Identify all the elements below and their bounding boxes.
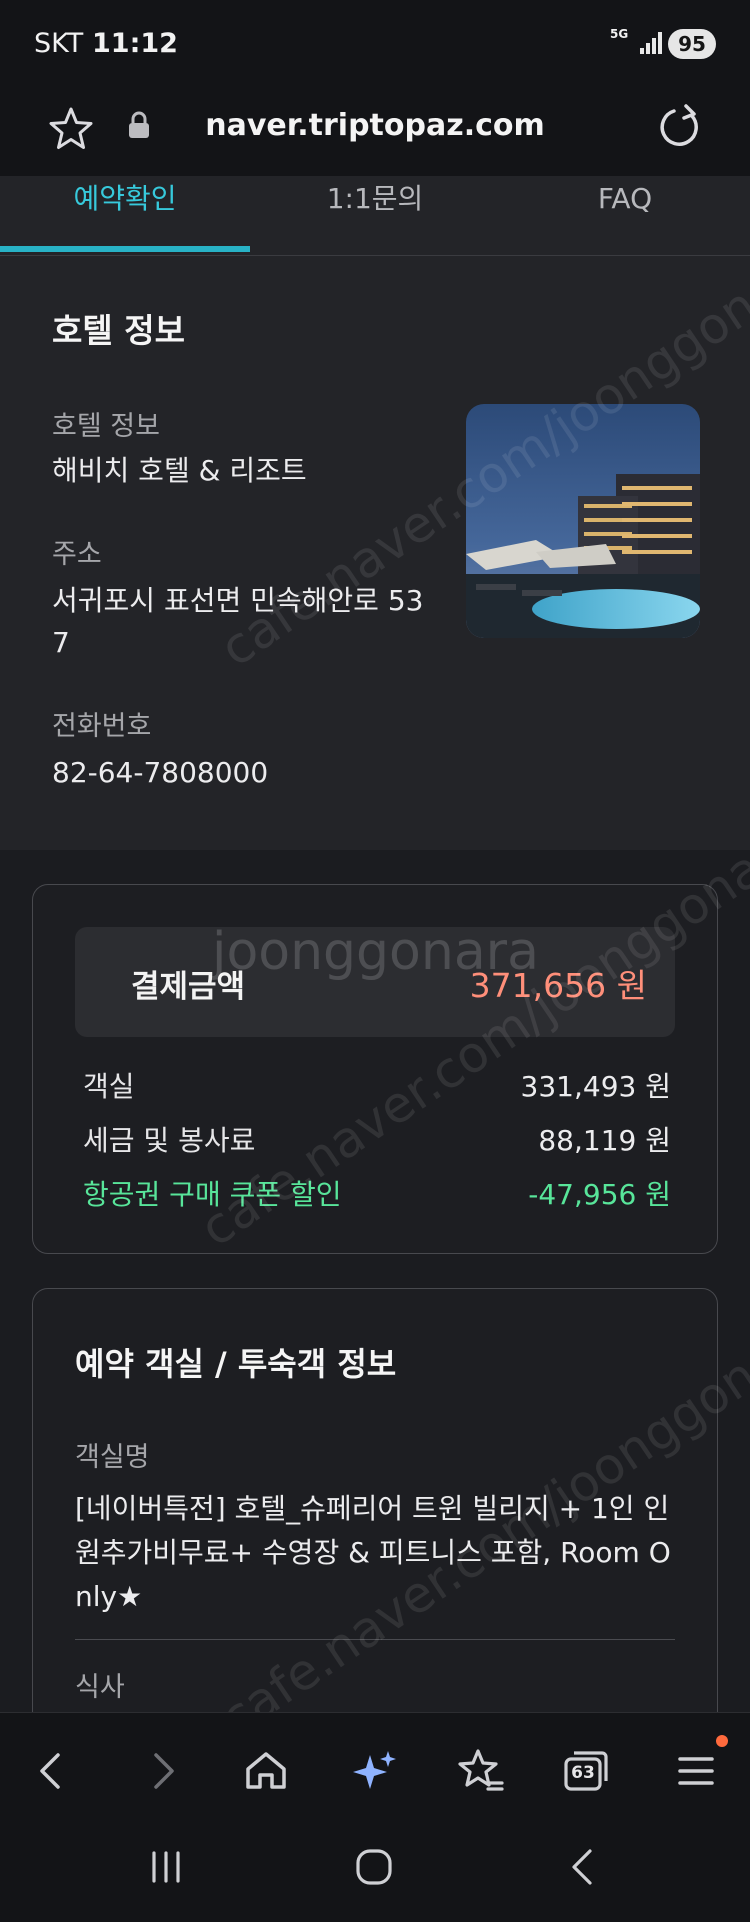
- tax-value: 88,119 원: [538, 1124, 671, 1157]
- tab-reservation-check[interactable]: 예약확인: [0, 176, 250, 256]
- room-name-label: 객실명: [75, 1442, 150, 1473]
- room-price-value: 331,493 원: [520, 1070, 671, 1103]
- menu-notification-dot: [716, 1735, 728, 1747]
- menu-icon[interactable]: [666, 1741, 726, 1801]
- total-payment-value: 371,656 원: [469, 966, 647, 1005]
- total-payment-box: 결제금액 371,656 원: [75, 927, 675, 1037]
- clock: 11:12: [92, 28, 178, 59]
- total-payment-label: 결제금액: [131, 969, 246, 1005]
- back-icon[interactable]: [22, 1741, 82, 1801]
- divider: [75, 1639, 675, 1640]
- hotel-name-label: 호텔 정보: [52, 411, 160, 442]
- room-section-title: 예약 객실 / 투숙객 정보: [75, 1345, 397, 1383]
- network-5g-icon: 5G: [610, 27, 629, 41]
- tabs-icon[interactable]: 63: [556, 1741, 616, 1801]
- status-bar: SKT 11:12 5G 95: [0, 0, 750, 88]
- sparkle-ai-icon[interactable]: [344, 1741, 404, 1801]
- address-line-1: 서귀포시 표선면 민속해안로 53: [52, 584, 424, 617]
- room-price-label: 객실: [83, 1070, 135, 1103]
- hotel-name: 해비치 호텔 & 리조트: [52, 454, 307, 487]
- browser-url-bar: naver.triptopaz.com: [0, 88, 750, 176]
- reload-icon[interactable]: [656, 102, 702, 152]
- system-home-icon[interactable]: [344, 1839, 404, 1895]
- tabs-count: 63: [571, 1763, 595, 1783]
- meal-label: 식사: [75, 1672, 125, 1703]
- lock-icon: [128, 110, 150, 140]
- bookmark-star-icon[interactable]: [46, 104, 96, 154]
- home-icon[interactable]: [236, 1741, 296, 1801]
- room-name: [네이버특전] 호텔_슈페리어 트윈 빌리지 + 1인 인원추가비무료+ 수영장…: [75, 1492, 671, 1613]
- tax-label: 세금 및 봉사료: [83, 1124, 256, 1157]
- carrier-label: SKT: [34, 28, 84, 59]
- hotel-info-section: 호텔 정보 호텔 정보 해비치 호텔 & 리조트 주소 서귀포시 표선면 민속해…: [0, 256, 750, 850]
- phone-label: 전화번호: [52, 711, 152, 742]
- tab-faq[interactable]: FAQ: [500, 176, 750, 256]
- recent-apps-icon[interactable]: [136, 1839, 196, 1895]
- tab-inquiry[interactable]: 1:1문의: [250, 176, 500, 256]
- address-line-2: 7: [52, 626, 70, 659]
- coupon-discount-value: -47,956 원: [528, 1178, 671, 1211]
- phone-number[interactable]: 82-64-7808000: [52, 752, 268, 794]
- signal-icon: [640, 32, 664, 54]
- address-label: 주소: [52, 539, 102, 570]
- hotel-section-title: 호텔 정보: [52, 311, 185, 350]
- system-back-icon[interactable]: [552, 1839, 612, 1895]
- tab-bar: 예약확인 1:1문의 FAQ: [0, 176, 750, 256]
- forward-icon[interactable]: [132, 1741, 192, 1801]
- coupon-discount-label: 항공권 구매 쿠폰 할인: [83, 1178, 342, 1211]
- hotel-photo[interactable]: [466, 404, 700, 638]
- browser-bottom-nav: 63: [0, 1712, 750, 1922]
- battery-indicator: 95: [668, 29, 716, 59]
- payment-card: 결제금액 371,656 원 객실 331,493 원 세금 및 봉사료 88,…: [32, 884, 718, 1254]
- active-tab-indicator: [0, 246, 250, 252]
- bookmarks-icon[interactable]: [450, 1741, 510, 1801]
- url-text[interactable]: naver.triptopaz.com: [180, 108, 570, 143]
